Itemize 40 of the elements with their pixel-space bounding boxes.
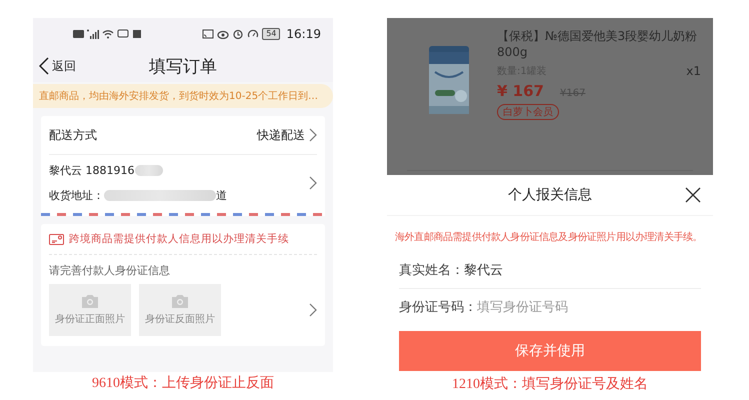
back-button[interactable]: 返回 [33, 57, 82, 75]
chevron-right-icon [309, 303, 317, 317]
sheet-title: 个人报关信息 [508, 186, 592, 204]
redaction-blur [134, 165, 162, 176]
chevron-right-icon [309, 128, 317, 142]
delivery-label: 配送方式 [49, 126, 97, 144]
eye-icon [217, 29, 230, 39]
id-prompt: 请完善付款人身份证信息 [48, 263, 171, 279]
input-field[interactable]: 填写身份证号码 [477, 300, 627, 314]
status-time: 16:19 [286, 27, 321, 41]
member-tag: 白萝卜会员 [497, 104, 559, 120]
input-field[interactable]: 黎代云 [464, 262, 614, 278]
speedometer-icon [247, 29, 260, 39]
alarm-clock-icon [232, 29, 244, 39]
wifi-icon [102, 29, 114, 39]
signal-icon [87, 29, 99, 39]
customs-warning: 跨境商品需提供付款人信息用以办理清关手续 [69, 232, 289, 246]
camera-icon [81, 294, 99, 308]
camera-icon [171, 294, 189, 308]
caption: 1210模式：填写身份证号及姓名 [452, 376, 648, 393]
customs-notice: 海外直邮商品需提供付款人身份证信息及身份证照片用以办理清关手续。 [394, 230, 704, 245]
message-icon [117, 29, 129, 39]
chevron-left-icon [39, 57, 49, 75]
caption: 9610模式：上传身份证止反面 [92, 374, 274, 392]
delivery-value[interactable]: 快递配送 [257, 126, 305, 144]
shipping-notice: 直邮商品，均由海外安排发货，到货时效为10-25个工作日到… [33, 84, 333, 108]
page-title: 填写订单 [149, 56, 217, 78]
battery-indicator: 54 [262, 28, 280, 40]
recipient-name-phone: 黎代云 1881916 [49, 163, 134, 178]
chevron-right-icon [309, 176, 317, 190]
address-label: 收货地址： [49, 188, 104, 203]
address-text: 道 [216, 188, 227, 203]
product-price: ¥ 167 [497, 82, 544, 100]
field-label: 真实姓名： [399, 262, 464, 279]
product-quantity: x1 [686, 64, 701, 78]
cast-icon [202, 29, 214, 39]
field-label: 身份证号码： [399, 299, 477, 316]
id-card-icon [49, 234, 64, 244]
close-icon [685, 187, 701, 203]
close-button[interactable] [685, 187, 701, 203]
